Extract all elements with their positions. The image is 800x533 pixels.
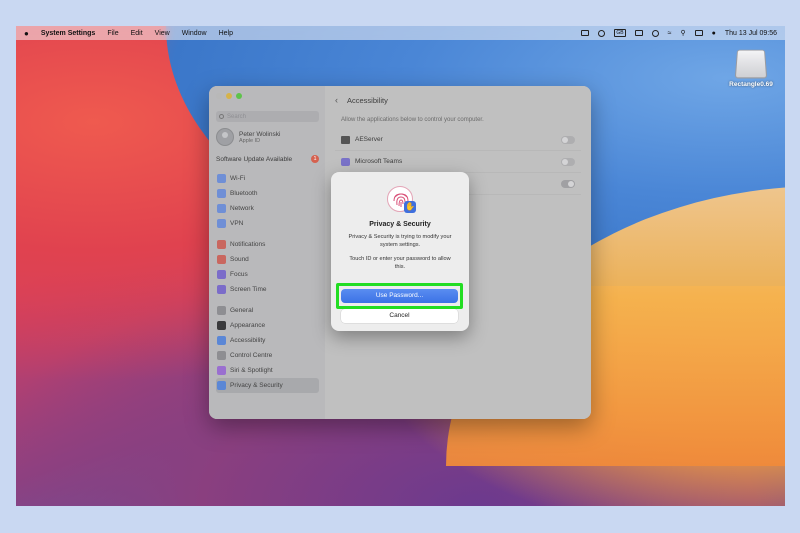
close-button[interactable] — [216, 93, 222, 99]
sidebar-item-focus[interactable]: Focus — [216, 267, 319, 282]
display-icon[interactable] — [581, 30, 590, 36]
sound-icon — [217, 255, 226, 264]
cancel-button[interactable]: Cancel — [341, 309, 458, 323]
app-toggle[interactable] — [561, 157, 575, 166]
sidebar-item-vpn[interactable]: VPN — [216, 216, 319, 231]
menu-clock[interactable]: Thu 13 Jul 09:56 — [725, 30, 777, 37]
siri-icon — [217, 366, 226, 375]
search-input[interactable]: Search — [216, 111, 319, 122]
focus-icon — [217, 270, 226, 279]
menu-file[interactable]: File — [107, 30, 118, 37]
sidebar-item-wifi[interactable]: Wi-Fi — [216, 171, 319, 186]
desktop-drive[interactable]: Rectangle0.69 — [726, 48, 776, 88]
sidebar: Search Peter Wolinski Apple ID Software … — [209, 86, 325, 419]
notifications-icon — [217, 240, 226, 249]
main-header: ‹ Accessibility — [325, 86, 591, 114]
page-title: Accessibility — [347, 95, 388, 105]
search-icon[interactable]: ⚲ — [680, 29, 685, 37]
user-subtitle: Apple ID — [239, 137, 261, 144]
software-update-row[interactable]: Software Update Available 1 — [216, 155, 319, 163]
sidebar-item-accessibility[interactable]: Accessibility — [216, 333, 319, 348]
sidebar-group-notifications: Notifications Sound Focus Screen Time — [216, 237, 319, 297]
dialog-title: Privacy & Security — [369, 221, 431, 228]
hand-icon — [217, 381, 226, 390]
control-centre-icon[interactable] — [694, 30, 703, 36]
sidebar-item-notifications[interactable]: Notifications — [216, 237, 319, 252]
menu-help[interactable]: Help — [219, 30, 233, 37]
network-icon — [217, 204, 226, 213]
drive-label: Rectangle0.69 — [729, 81, 773, 88]
app-row: Microsoft Teams — [335, 151, 581, 173]
hand-icon: ✋ — [404, 201, 416, 213]
apple-id-row[interactable]: Peter Wolinski Apple ID — [216, 128, 319, 146]
sidebar-item-control-centre[interactable]: Control Centre — [216, 348, 319, 363]
vpn-icon — [217, 219, 226, 228]
back-chevron-icon[interactable]: ‹ — [335, 95, 338, 105]
fingerprint-icon: ✋ — [387, 186, 416, 213]
menu-view[interactable]: View — [155, 30, 170, 37]
highlight-box — [336, 283, 463, 309]
sidebar-item-general[interactable]: General — [216, 303, 319, 318]
drive-icon — [734, 49, 768, 79]
menu-bar: ● System Settings File Edit View Window … — [16, 26, 785, 40]
wifi-icon[interactable]: ≈ — [668, 30, 672, 37]
apple-menu-icon[interactable]: ● — [24, 29, 29, 38]
menu-edit[interactable]: Edit — [131, 30, 143, 37]
zoom-button[interactable] — [236, 93, 242, 99]
search-placeholder: Search — [227, 113, 247, 120]
battery-icon[interactable] — [634, 30, 643, 36]
sidebar-item-siri-spotlight[interactable]: Siri & Spotlight — [216, 363, 319, 378]
accessibility-intro: Allow the applications below to control … — [341, 117, 484, 123]
update-count-badge: 1 — [311, 155, 319, 163]
user-name: Peter Wolinski — [239, 130, 281, 138]
teams-icon — [341, 157, 350, 166]
user-icon[interactable] — [651, 29, 659, 37]
sidebar-item-appearance[interactable]: Appearance — [216, 318, 319, 333]
sidebar-item-bluetooth[interactable]: Bluetooth — [216, 186, 319, 201]
screen-time-icon — [217, 285, 226, 294]
sidebar-item-network[interactable]: Network — [216, 201, 319, 216]
menu-app-name[interactable]: System Settings — [41, 30, 95, 37]
search-icon — [219, 114, 224, 119]
wifi-icon — [217, 174, 226, 183]
aeserver-icon — [341, 135, 350, 144]
sidebar-item-sound[interactable]: Sound — [216, 252, 319, 267]
software-update-label: Software Update Available — [216, 155, 293, 163]
sidebar-group-network: Wi-Fi Bluetooth Network VPN — [216, 171, 319, 231]
app-name: Microsoft Teams — [355, 158, 403, 165]
input-source-badge[interactable]: GB — [614, 29, 626, 37]
app-row: AEServer — [335, 129, 581, 151]
control-centre-icon — [217, 351, 226, 360]
general-icon — [217, 306, 226, 315]
sidebar-item-screen-time[interactable]: Screen Time — [216, 282, 319, 297]
window-controls — [216, 93, 319, 99]
app-name: AEServer — [355, 136, 383, 143]
dialog-instruction: Touch ID or enter your password to allow… — [349, 256, 451, 270]
creative-cloud-icon[interactable] — [598, 29, 606, 37]
siri-icon[interactable]: ● — [712, 30, 716, 37]
sidebar-item-privacy-security[interactable]: Privacy & Security — [216, 378, 319, 393]
dialog-message: Privacy & Security is trying to modify y… — [348, 234, 452, 248]
bluetooth-icon — [217, 189, 226, 198]
menu-window[interactable]: Window — [182, 30, 207, 37]
sidebar-group-system: General Appearance Accessibility Control… — [216, 303, 319, 393]
app-toggle[interactable] — [561, 135, 575, 144]
accessibility-icon — [217, 336, 226, 345]
minimize-button[interactable] — [226, 93, 232, 99]
avatar — [216, 128, 234, 146]
app-toggle[interactable] — [561, 179, 575, 188]
appearance-icon — [217, 321, 226, 330]
